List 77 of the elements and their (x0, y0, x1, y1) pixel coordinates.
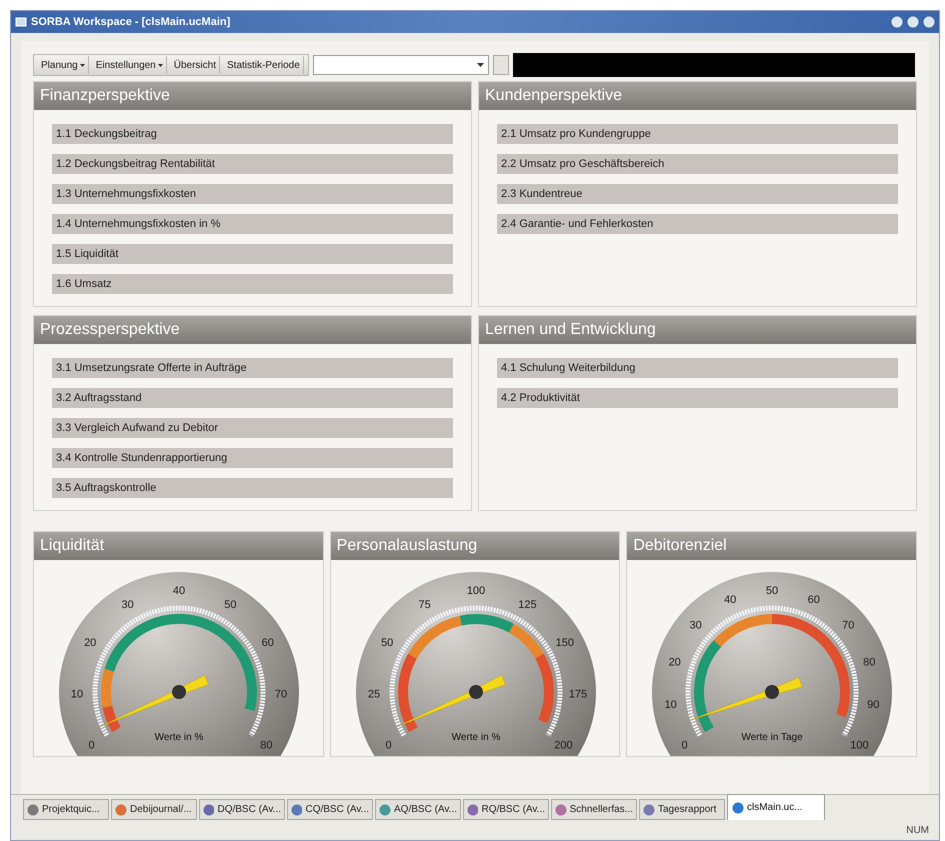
tick-label: 20 (668, 656, 682, 668)
window-tab[interactable]: Debijournal/... (111, 799, 197, 820)
tick-label: 125 (518, 598, 536, 611)
kpi-item[interactable]: 1.1 Deckungsbeitrag (52, 124, 453, 144)
window-tab[interactable]: Tagesrapport (639, 799, 725, 820)
toolbar-menu[interactable]: Statistik-Periode (224, 56, 304, 74)
tick-label: 0 (385, 740, 392, 752)
tick-label: 0 (682, 740, 688, 752)
kpi-item[interactable]: 2.1 Umsatz pro Kundengruppe (497, 124, 898, 144)
tick-label: 50 (380, 636, 393, 649)
tick-label: 80 (260, 740, 273, 752)
tick-label: 10 (70, 688, 84, 700)
tick-label: 50 (224, 598, 237, 611)
tick-label: 25 (368, 688, 380, 700)
tick-label: 70 (274, 688, 288, 700)
kpi-item[interactable]: 1.2 Deckungsbeitrag Rentabilität (52, 154, 453, 174)
kpi-item[interactable]: 1.5 Liquidität (52, 244, 453, 264)
tick-label: 150 (555, 636, 574, 649)
tick-label: 100 (466, 585, 485, 597)
window-tab[interactable]: Schnellerfas... (551, 799, 637, 820)
toolbar-menu[interactable]: Planung (38, 56, 89, 74)
window-icon (15, 16, 27, 28)
kpi-item[interactable]: 1.4 Unternehmungsfixkosten in % (52, 214, 453, 234)
tick-label: 60 (262, 636, 274, 649)
tick-label: 0 (88, 740, 95, 752)
tick-label: 20 (84, 636, 96, 649)
kpi-item[interactable]: 4.2 Produktivität (497, 388, 898, 408)
tick-label: 40 (724, 594, 737, 606)
kpi-item[interactable]: 3.3 Vergleich Aufwand zu Debitor (52, 418, 453, 438)
kpi-item[interactable]: 3.5 Auftragskontrolle (52, 478, 453, 498)
kpi-item[interactable]: 4.1 Schulung Weiterbildung (497, 358, 898, 378)
close-button[interactable] (923, 16, 935, 28)
window-tab[interactable]: DQ/BSC (Av... (199, 799, 285, 820)
panel-header: Personalauslastung (330, 532, 620, 560)
unit-label: Werte in % (451, 732, 500, 743)
kpi-item[interactable]: 2.2 Umsatz pro Geschäftsbereich (497, 154, 898, 174)
tick-label: 70 (842, 619, 855, 632)
kpi-item[interactable]: 3.4 Kontrolle Stundenrapportierung (52, 448, 453, 468)
panel-header: Debitorenziel (627, 532, 916, 560)
window-tab[interactable]: RQ/BSC (Av... (463, 799, 549, 820)
minimize-button[interactable] (891, 16, 903, 28)
panel-header: Kundenperspektive (479, 82, 916, 110)
kpi-item[interactable]: 1.3 Unternehmungsfixkosten (52, 184, 453, 204)
tick-label: 30 (121, 598, 134, 611)
window-tab[interactable]: CQ/BSC (Av... (287, 799, 373, 820)
toolbar-menu[interactable]: Einstellungen (92, 56, 167, 74)
window-title: SORBA Workspace - [clsMain.ucMain] (31, 14, 230, 30)
tick-label: 100 (850, 740, 869, 752)
kpi-item[interactable]: 3.2 Auftragsstand (52, 388, 453, 408)
kpi-item[interactable]: 2.3 Kundentreue (497, 184, 898, 204)
tick-label: 40 (172, 585, 186, 597)
tick-label: 30 (690, 619, 702, 632)
tick-label: 175 (568, 688, 587, 700)
panel-header: Finanzperspektive (34, 82, 471, 110)
panel-header: Liquidität (34, 532, 323, 560)
tick-label: 90 (868, 699, 880, 712)
tick-label: 10 (664, 699, 678, 712)
dropdown-arrow-icon (476, 63, 484, 67)
tick-label: 80 (864, 656, 876, 668)
period-dropdown[interactable] (312, 55, 489, 75)
tick-label: 60 (808, 594, 820, 606)
kpi-item[interactable]: 1.6 Umsatz (52, 274, 453, 294)
tick-label: 50 (766, 585, 778, 597)
panel-header: Lernen und Entwicklung (479, 316, 916, 344)
unit-label: Werte in % (154, 732, 204, 743)
tick-label: 200 (554, 740, 572, 752)
toolbar-menu[interactable]: Übersicht (170, 56, 220, 74)
window-tab[interactable]: Projektquic... (23, 799, 109, 820)
window-tab[interactable]: clsMain.uc... (727, 794, 825, 820)
unit-label: Werte in Tage (742, 732, 803, 743)
panel-header: Prozessperspektive (34, 316, 471, 344)
maximize-button[interactable] (907, 16, 919, 28)
kpi-item[interactable]: 3.1 Umsetzungsrate Offerte in Aufträge (52, 358, 453, 378)
tick-label: 75 (418, 598, 430, 611)
kpi-item[interactable]: 2.4 Garantie- und Fehlerkosten (497, 214, 898, 234)
window-tab[interactable]: AQ/BSC (Av... (375, 799, 461, 820)
status-indicator: NUM (906, 824, 929, 838)
